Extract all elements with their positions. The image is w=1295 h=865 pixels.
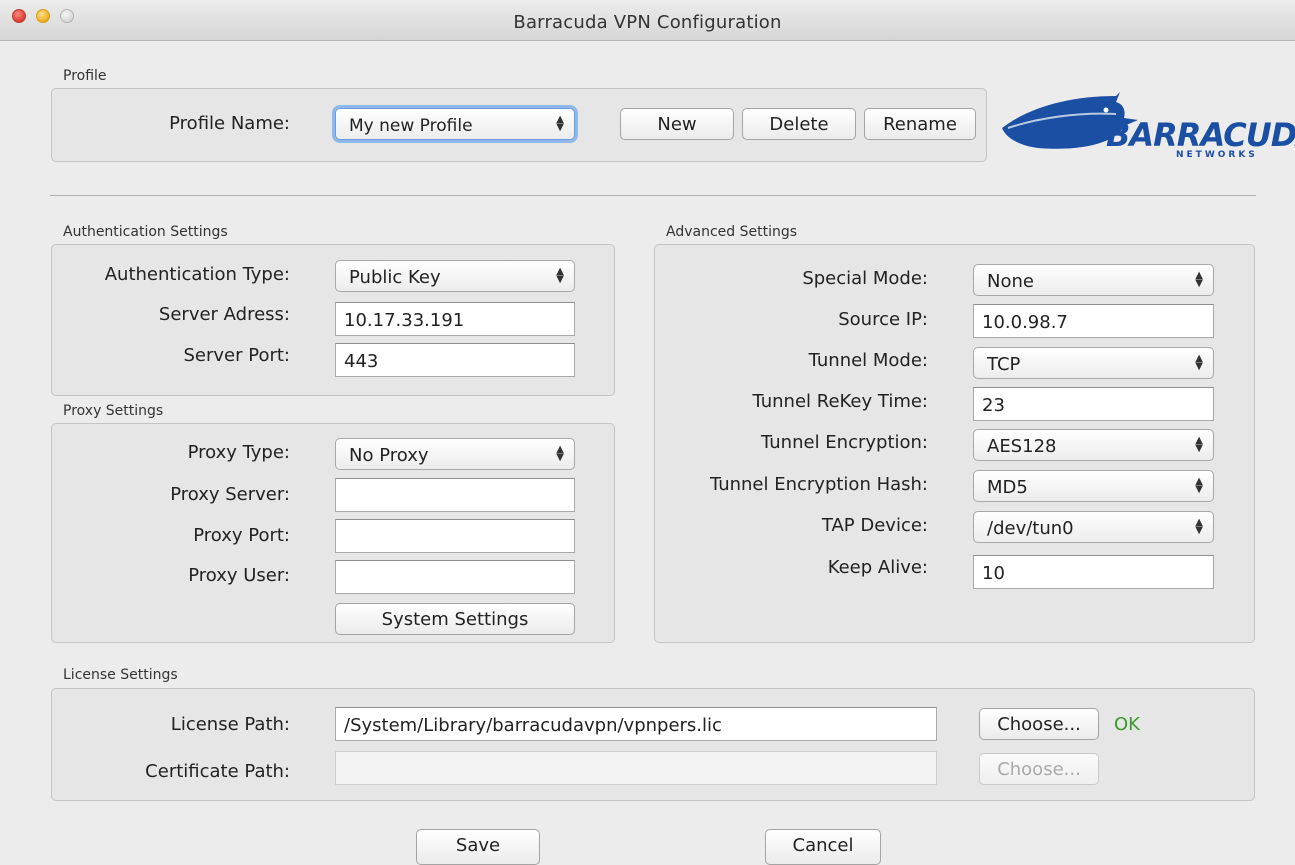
tunnel-mode-select[interactable]: TCP ▲ ▼ xyxy=(973,347,1214,379)
window-title: Barracuda VPN Configuration xyxy=(513,12,782,33)
certificate-path-label: Certificate Path: xyxy=(145,761,290,782)
select-arrows-icon: ▲ ▼ xyxy=(1195,517,1203,536)
proxy-port-field[interactable] xyxy=(335,519,575,553)
server-address-label: Server Adress: xyxy=(158,304,290,325)
select-arrows-icon: ▲ ▼ xyxy=(556,444,564,463)
logo-text: BARRACUDA xyxy=(1106,116,1295,154)
certificate-path-field[interactable] xyxy=(335,751,937,785)
tap-device-select[interactable]: /dev/tun0 ▲ ▼ xyxy=(973,511,1214,543)
advanced-group-label: Advanced Settings xyxy=(666,224,798,240)
select-arrows-icon: ▲ ▼ xyxy=(1195,435,1203,454)
proxy-user-field[interactable] xyxy=(335,560,575,594)
tunnel-mode-label: Tunnel Mode: xyxy=(808,350,928,371)
tunnel-encryption-select[interactable]: AES128 ▲ ▼ xyxy=(973,429,1214,461)
license-status-ok: OK xyxy=(1114,714,1140,735)
source-ip-label: Source IP: xyxy=(838,309,928,330)
window-titlebar: Barracuda VPN Configuration xyxy=(0,0,1295,41)
tunnel-encryption-label: Tunnel Encryption: xyxy=(761,432,928,453)
authentication-group-label: Authentication Settings xyxy=(63,224,228,240)
keep-alive-field[interactable]: 10 xyxy=(973,555,1214,589)
profile-group-label: Profile xyxy=(63,68,107,84)
tap-device-value: /dev/tun0 xyxy=(987,518,1074,539)
barracuda-logo: BARRACUDA NETWORKS xyxy=(998,90,1295,166)
special-mode-value: None xyxy=(987,271,1034,292)
special-mode-select[interactable]: None ▲ ▼ xyxy=(973,264,1214,296)
authentication-type-label: Authentication Type: xyxy=(104,264,290,285)
proxy-user-label: Proxy User: xyxy=(188,565,290,586)
rekey-time-field[interactable]: 23 xyxy=(973,387,1214,421)
proxy-server-label: Proxy Server: xyxy=(170,484,290,505)
select-arrows-icon: ▲ ▼ xyxy=(556,114,564,133)
tunnel-mode-value: TCP xyxy=(987,354,1021,375)
logo-subtext: NETWORKS xyxy=(1176,150,1258,160)
authentication-type-select[interactable]: Public Key ▲ ▼ xyxy=(335,260,575,292)
license-choose-button[interactable]: Choose... xyxy=(979,708,1099,740)
tunnel-encryption-value: AES128 xyxy=(987,436,1057,457)
server-address-field[interactable]: 10.17.33.191 xyxy=(335,302,575,336)
new-profile-button[interactable]: New xyxy=(620,108,734,140)
source-ip-field[interactable]: 10.0.98.7 xyxy=(973,304,1214,338)
section-separator xyxy=(50,195,1256,196)
license-path-label: License Path: xyxy=(170,714,290,735)
proxy-server-field[interactable] xyxy=(335,478,575,512)
profile-name-value: My new Profile xyxy=(349,116,473,136)
select-arrows-icon: ▲ ▼ xyxy=(556,266,564,285)
server-port-field[interactable]: 443 xyxy=(335,343,575,377)
delete-profile-button[interactable]: Delete xyxy=(742,108,856,140)
rename-profile-button[interactable]: Rename xyxy=(864,108,976,140)
proxy-type-select[interactable]: No Proxy ▲ ▼ xyxy=(335,438,575,470)
server-port-label: Server Port: xyxy=(183,345,291,366)
select-arrows-icon: ▲ ▼ xyxy=(1195,270,1203,289)
encryption-hash-select[interactable]: MD5 ▲ ▼ xyxy=(973,470,1214,502)
license-path-field[interactable]: /System/Library/barracudavpn/vpnpers.lic xyxy=(335,707,937,741)
encryption-hash-value: MD5 xyxy=(987,477,1028,498)
select-arrows-icon: ▲ ▼ xyxy=(1195,476,1203,495)
proxy-type-label: Proxy Type: xyxy=(187,442,290,463)
system-settings-button[interactable]: System Settings xyxy=(335,603,575,635)
special-mode-label: Special Mode: xyxy=(802,268,928,289)
keep-alive-label: Keep Alive: xyxy=(827,557,928,578)
encryption-hash-label: Tunnel Encryption Hash: xyxy=(709,474,928,495)
profile-name-label: Profile Name: xyxy=(169,113,290,134)
authentication-type-value: Public Key xyxy=(349,267,441,288)
profile-name-select[interactable]: My new Profile ▲ ▼ xyxy=(335,108,575,140)
tap-device-label: TAP Device: xyxy=(821,515,928,536)
proxy-group-label: Proxy Settings xyxy=(63,403,164,419)
certificate-choose-button[interactable]: Choose... xyxy=(979,753,1099,785)
select-arrows-icon: ▲ ▼ xyxy=(1195,353,1203,372)
license-group-label: License Settings xyxy=(63,667,178,683)
proxy-port-label: Proxy Port: xyxy=(193,525,290,546)
proxy-type-value: No Proxy xyxy=(349,445,429,466)
rekey-time-label: Tunnel ReKey Time: xyxy=(752,391,928,412)
